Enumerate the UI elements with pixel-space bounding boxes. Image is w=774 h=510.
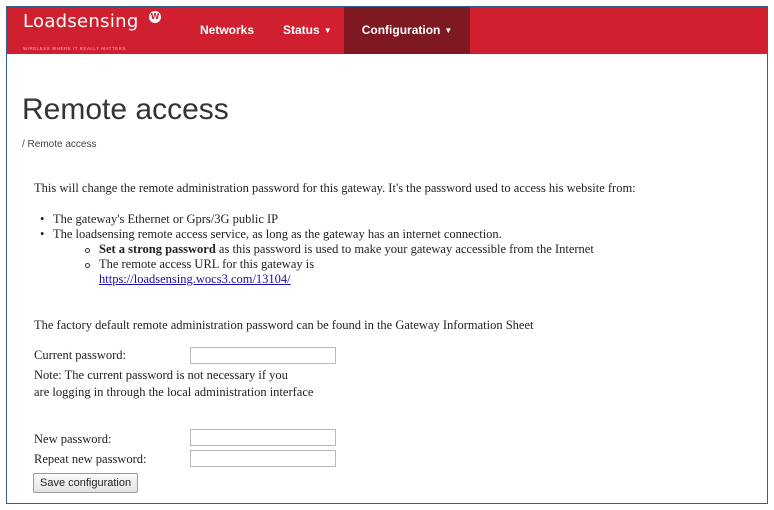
current-password-label: Current password:	[34, 348, 126, 362]
new-password-label: New password:	[34, 432, 112, 446]
sub-list-item: The remote access URL for this gateway i…	[83, 257, 594, 287]
sub-list-item-text: The remote access URL for this gateway i…	[99, 257, 315, 271]
intro-text: This will change the remote administrati…	[34, 181, 636, 195]
nav-status-label: Status	[283, 23, 320, 37]
new-password-input[interactable]	[190, 429, 336, 446]
list-item: • The gateway's Ethernet or Gprs/3G publi…	[35, 212, 594, 227]
brand-name: Loadsensing	[23, 11, 139, 32]
bullet-icon: •	[40, 227, 45, 241]
caret-down-icon: ▼	[444, 26, 453, 35]
brand-tagline: WIRELESS WHERE IT REALLY MATTERS	[23, 46, 126, 51]
save-configuration-button[interactable]: Save configuration	[33, 473, 139, 493]
note-line-1: Note: The current password is not necess…	[34, 368, 288, 382]
note-line-2: are logging in through the local adminis…	[34, 385, 314, 399]
list-item: • The loadsensing remote access service, …	[35, 227, 594, 287]
remote-access-url-link[interactable]: https://loadsensing.wocs3.com/13104/	[99, 272, 291, 286]
top-navbar: Loadsensing W WIRELESS WHERE IT REALLY M…	[7, 7, 767, 54]
circle-bullet-icon	[85, 248, 90, 253]
circle-bullet-icon	[85, 263, 90, 268]
repeat-password-input[interactable]	[190, 450, 336, 467]
bullet-icon: •	[40, 212, 45, 226]
access-methods-list: • The gateway's Ethernet or Gprs/3G publi…	[35, 212, 594, 287]
wocs-logo-icon: W	[149, 11, 161, 23]
browser-frame: Loadsensing W WIRELESS WHERE IT REALLY M…	[6, 6, 768, 504]
nav-status[interactable]: Status ▼	[283, 7, 332, 54]
factory-default-note: The factory default remote administratio…	[34, 318, 534, 332]
nav-configuration[interactable]: Configuration ▼	[344, 7, 470, 54]
breadcrumb: / Remote access	[22, 139, 97, 150]
sub-list-item-text: as this password is used to make your ga…	[215, 242, 594, 256]
brand-logo[interactable]: Loadsensing W WIRELESS WHERE IT REALLY M…	[23, 11, 163, 51]
strong-password-text: Set a strong password	[99, 242, 216, 256]
page-title: Remote access	[22, 93, 229, 126]
nav-configuration-label: Configuration	[361, 23, 441, 37]
nav-networks[interactable]: Networks	[200, 7, 254, 54]
sub-list: Set a strong password as this password i…	[53, 242, 594, 287]
list-item-text: The loadsensing remote access service, a…	[53, 227, 502, 241]
current-password-input[interactable]	[190, 347, 336, 364]
sub-list-item: Set a strong password as this password i…	[83, 242, 594, 257]
caret-down-icon: ▼	[323, 26, 332, 35]
list-item-text: The gateway's Ethernet or Gprs/3G public…	[53, 212, 279, 226]
repeat-password-label: Repeat new password:	[34, 452, 147, 466]
